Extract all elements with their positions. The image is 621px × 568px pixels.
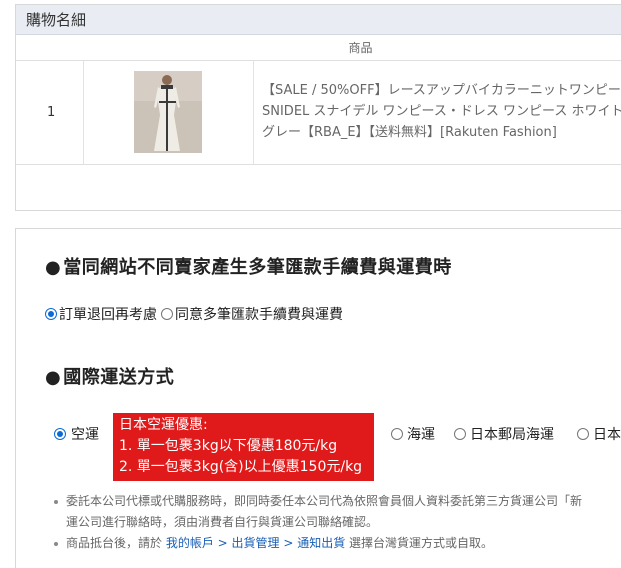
fee-section-title: ● 當同網站不同賣家產生多筆匯款手續費與運費時 <box>45 253 452 279</box>
shipping-option-jp-post-sea[interactable]: 日本郵局海運 <box>454 424 554 444</box>
note-continuation: 運公司進行聯絡時，須由消費者自行與貨運公司聯絡確認。 <box>66 515 379 529</box>
radio-air-label[interactable]: 空運 <box>71 424 99 444</box>
note-text: 商品抵台後，請於 <box>66 536 166 550</box>
radio-sea[interactable] <box>391 428 403 440</box>
shipping-option-sea[interactable]: 海運 <box>391 424 435 444</box>
radio-return-order[interactable] <box>45 308 57 320</box>
cart-detail-panel: 購物名細 商品 1 【SALE / 50%OFF】レースアップバイカラーニットワ… <box>15 4 621 211</box>
promo-line-1: 1. 單一包裹3kg以下優惠180元/kg <box>119 438 338 454</box>
item-index: 1 <box>16 61 84 165</box>
radio-air[interactable] <box>54 428 66 440</box>
cart-header: 購物名細 <box>16 5 621 35</box>
promo-line-2: 2. 單一包裹3kg(含)以上優惠150元/kg <box>119 459 363 475</box>
bullet-icon: ● <box>45 257 62 278</box>
account-shipping-link[interactable]: 我的帳戶 > 出貨管理 > 通知出貨 <box>166 536 345 550</box>
shipping-option-air[interactable]: 空運 <box>54 424 99 444</box>
shipping-option-jp[interactable]: 日本 <box>577 424 621 444</box>
note-text: 委託本公司代標或代購服務時，即同時委任本公司代為依照會員個人資料委託第三方貨運公… <box>66 494 583 508</box>
dress-photo-icon <box>134 71 202 153</box>
shipping-notes: 委託本公司代標或代購服務時，即同時委任本公司代為依照會員個人資料委託第三方貨運公… <box>52 491 621 554</box>
radio-jp-label[interactable]: 日本 <box>593 424 621 444</box>
promo-title: 日本空運優惠: <box>119 417 208 433</box>
radio-jp-post-sea-label[interactable]: 日本郵局海運 <box>470 424 554 444</box>
shipping-panel: ● 當同網站不同賣家產生多筆匯款手續費與運費時 訂單退回再考慮 同意多筆匯款手續費… <box>15 228 621 568</box>
fee-options: 訂單退回再考慮 同意多筆匯款手續費與運費 <box>45 304 343 324</box>
note-item: 委託本公司代標或代購服務時，即同時委任本公司代為依照會員個人資料委託第三方貨運公… <box>52 491 621 512</box>
note-item: 商品抵台後，請於 我的帳戶 > 出貨管理 > 通知出貨 選擇台灣貨運方式或自取。 <box>52 533 621 554</box>
radio-agree-fees-label[interactable]: 同意多筆匯款手續費與運費 <box>175 304 343 324</box>
product-thumbnail[interactable] <box>134 71 202 153</box>
shipping-section-title-text: 國際運送方式 <box>63 367 175 388</box>
radio-jp-post-sea[interactable] <box>454 428 466 440</box>
note-text: 選擇台灣貨運方式或自取。 <box>345 536 494 550</box>
radio-return-order-label[interactable]: 訂單退回再考慮 <box>59 304 157 324</box>
shipping-section-title: ● 國際運送方式 <box>45 363 174 389</box>
table-header-product: 商品 <box>16 35 621 61</box>
fee-section-title-text: 當同網站不同賣家產生多筆匯款手續費與運費時 <box>63 257 452 278</box>
table-row: 1 【SALE / 50%OFF】レースアップバイカラーニットワンピース SNI… <box>16 61 621 165</box>
item-image-cell <box>84 61 254 165</box>
radio-jp[interactable] <box>577 428 589 440</box>
bullet-icon: ● <box>45 367 62 388</box>
radio-agree-fees[interactable] <box>161 308 173 320</box>
radio-sea-label[interactable]: 海運 <box>407 424 435 444</box>
item-name[interactable]: 【SALE / 50%OFF】レースアップバイカラーニットワンピース SNIDE… <box>254 61 621 165</box>
air-promo-box: 日本空運優惠: 1. 單一包裹3kg以下優惠180元/kg 2. 單一包裹3kg… <box>113 413 374 481</box>
